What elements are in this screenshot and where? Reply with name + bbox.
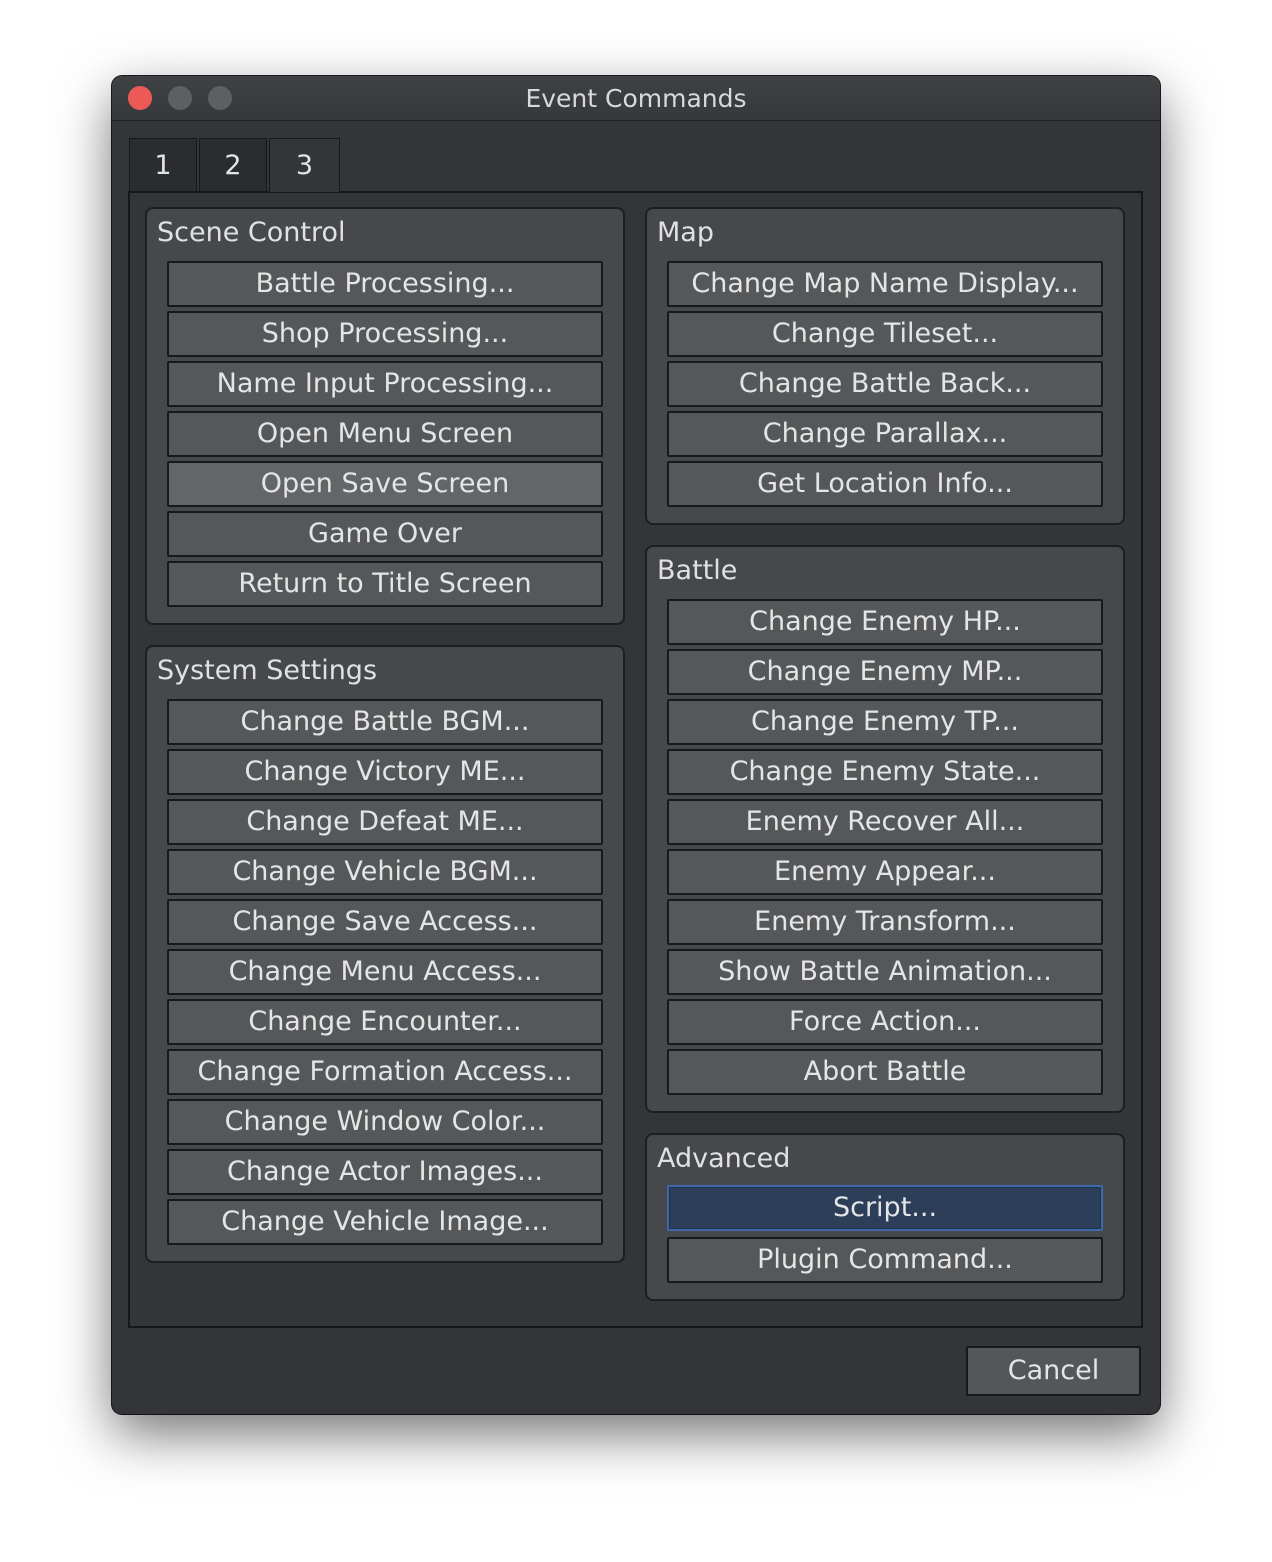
cancel-button[interactable]: Cancel: [966, 1346, 1141, 1396]
change-tileset-button[interactable]: Change Tileset...: [667, 311, 1103, 357]
return-to-title-screen-button[interactable]: Return to Title Screen: [167, 561, 603, 607]
change-vehicle-image-button[interactable]: Change Vehicle Image...: [167, 1199, 603, 1245]
system-settings-group: System Settings Change Battle BGM... Cha…: [145, 645, 625, 1263]
change-battle-back-button[interactable]: Change Battle Back...: [667, 361, 1103, 407]
map-title: Map: [657, 217, 714, 248]
battle-title: Battle: [657, 555, 738, 586]
enemy-transform-button[interactable]: Enemy Transform...: [667, 899, 1103, 945]
change-parallax-button[interactable]: Change Parallax...: [667, 411, 1103, 457]
change-battle-bgm-button[interactable]: Change Battle BGM...: [167, 699, 603, 745]
tab-3[interactable]: 3: [269, 138, 340, 192]
enemy-recover-all-button[interactable]: Enemy Recover All...: [667, 799, 1103, 845]
show-battle-animation-button[interactable]: Show Battle Animation...: [667, 949, 1103, 995]
battle-processing-button[interactable]: Battle Processing...: [167, 261, 603, 307]
script-button[interactable]: Script...: [667, 1185, 1103, 1231]
change-encounter-button[interactable]: Change Encounter...: [167, 999, 603, 1045]
scene-control-title: Scene Control: [157, 217, 346, 248]
change-menu-access-button[interactable]: Change Menu Access...: [167, 949, 603, 995]
change-enemy-state-button[interactable]: Change Enemy State...: [667, 749, 1103, 795]
get-location-info-button[interactable]: Get Location Info...: [667, 461, 1103, 507]
name-input-processing-button[interactable]: Name Input Processing...: [167, 361, 603, 407]
plugin-command-button[interactable]: Plugin Command...: [667, 1237, 1103, 1283]
open-save-screen-button[interactable]: Open Save Screen: [167, 461, 603, 507]
open-menu-screen-button[interactable]: Open Menu Screen: [167, 411, 603, 457]
change-save-access-button[interactable]: Change Save Access...: [167, 899, 603, 945]
change-enemy-mp-button[interactable]: Change Enemy MP...: [667, 649, 1103, 695]
scene-control-group: Scene Control Battle Processing... Shop …: [145, 207, 625, 625]
tab-2[interactable]: 2: [199, 138, 267, 191]
shop-processing-button[interactable]: Shop Processing...: [167, 311, 603, 357]
enemy-appear-button[interactable]: Enemy Appear...: [667, 849, 1103, 895]
change-victory-me-button[interactable]: Change Victory ME...: [167, 749, 603, 795]
abort-battle-button[interactable]: Abort Battle: [667, 1049, 1103, 1095]
force-action-button[interactable]: Force Action...: [667, 999, 1103, 1045]
change-actor-images-button[interactable]: Change Actor Images...: [167, 1149, 603, 1195]
change-window-color-button[interactable]: Change Window Color...: [167, 1099, 603, 1145]
change-formation-access-button[interactable]: Change Formation Access...: [167, 1049, 603, 1095]
game-over-button[interactable]: Game Over: [167, 511, 603, 557]
change-map-name-display-button[interactable]: Change Map Name Display...: [667, 261, 1103, 307]
battle-group: Battle Change Enemy HP... Change Enemy M…: [645, 545, 1125, 1113]
event-commands-window: Event Commands 1 2 3 Scene Control Battl…: [112, 76, 1160, 1414]
change-enemy-tp-button[interactable]: Change Enemy TP...: [667, 699, 1103, 745]
map-group: Map Change Map Name Display... Change Ti…: [645, 207, 1125, 525]
advanced-group: Advanced Script... Plugin Command...: [645, 1133, 1125, 1301]
change-defeat-me-button[interactable]: Change Defeat ME...: [167, 799, 603, 845]
titlebar[interactable]: Event Commands: [112, 76, 1160, 121]
window-title: Event Commands: [525, 84, 747, 113]
tab-1[interactable]: 1: [129, 138, 197, 191]
tab-panel: Scene Control Battle Processing... Shop …: [128, 191, 1143, 1328]
system-settings-title: System Settings: [157, 655, 378, 686]
change-enemy-hp-button[interactable]: Change Enemy HP...: [667, 599, 1103, 645]
advanced-title: Advanced: [657, 1143, 791, 1174]
change-vehicle-bgm-button[interactable]: Change Vehicle BGM...: [167, 849, 603, 895]
